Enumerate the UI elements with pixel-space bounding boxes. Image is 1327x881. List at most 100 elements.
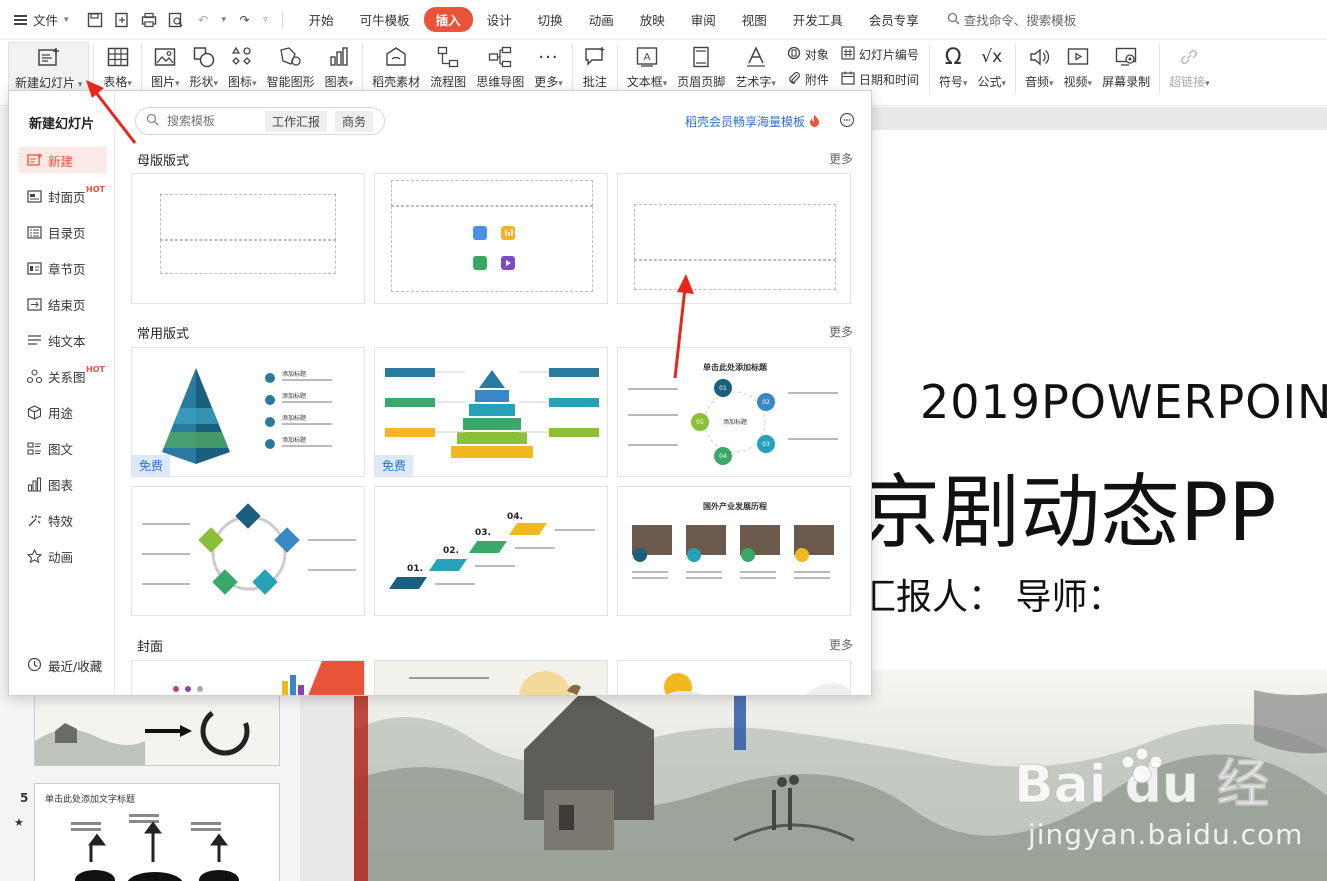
slide-reporter-text[interactable]: 汇报人： 导师： xyxy=(860,568,1123,620)
category-chapter[interactable]: 章节页 xyxy=(19,255,107,281)
print-icon[interactable] xyxy=(141,11,158,28)
cover-template-1[interactable] xyxy=(131,660,365,695)
search-tag-business[interactable]: 商务 xyxy=(335,110,374,132)
category-chart[interactable]: 图表 xyxy=(19,471,107,497)
slide-thumbnail-4[interactable] xyxy=(34,690,280,766)
cover-template-2[interactable] xyxy=(374,660,608,695)
section-cover-more-link[interactable]: 更多 xyxy=(829,636,853,653)
slide-subtitle[interactable]: 2019POWERPOIN xyxy=(920,375,1327,429)
comment-button[interactable]: 批注 xyxy=(577,42,613,94)
date-time-button[interactable]: 日期和时间 xyxy=(841,71,919,88)
category-purpose[interactable]: 用途 xyxy=(19,399,107,425)
screen-record-button[interactable]: 屏幕录制 xyxy=(1097,42,1155,94)
tab-home[interactable]: 开始 xyxy=(297,7,346,32)
section-common-title: 常用版式 xyxy=(137,327,190,342)
tab-review[interactable]: 审阅 xyxy=(679,7,728,32)
wordart-button[interactable]: 艺术字▾ xyxy=(730,42,781,94)
undo-icon[interactable]: ↶ xyxy=(195,11,212,28)
audio-label: 音频 xyxy=(1024,75,1049,89)
daoke-material-button[interactable]: 稻壳素材 xyxy=(367,42,425,94)
icon-button[interactable]: 图标▾ xyxy=(223,42,262,94)
slide-title[interactable]: 京剧动态PP xyxy=(860,448,1276,564)
recent-favorites-button[interactable]: 最近/收藏 xyxy=(27,656,102,675)
template-cycle[interactable]: 单击此处添加标题 01 02 03 04 05 添加标题 xyxy=(617,347,851,477)
title-placeholder xyxy=(634,204,836,260)
tab-design[interactable]: 设计 xyxy=(475,7,524,32)
tab-developer[interactable]: 开发工具 xyxy=(781,7,855,32)
customize-toolbar-icon[interactable]: ▿ xyxy=(263,15,268,25)
section-master-more-link[interactable]: 更多 xyxy=(829,150,853,167)
slide-thumbnail-5[interactable]: 单击此处添加文字标题 xyxy=(34,783,280,881)
feedback-chat-icon[interactable] xyxy=(839,112,855,128)
new-slide-icon xyxy=(36,45,62,71)
audio-button[interactable]: 音频▾ xyxy=(1020,42,1059,94)
undo-dropdown-icon[interactable]: ▾ xyxy=(222,15,227,25)
category-animation[interactable]: 动画 xyxy=(19,543,107,569)
tab-view[interactable]: 视图 xyxy=(730,7,779,32)
template-search-input[interactable] xyxy=(167,114,257,128)
save-icon[interactable] xyxy=(87,11,104,28)
tab-slideshow[interactable]: 放映 xyxy=(628,7,677,32)
object-button[interactable]: 对象 xyxy=(787,46,829,63)
template-steps[interactable]: 01. 02. 03. 04. xyxy=(374,486,608,616)
video-button[interactable]: 视频▾ xyxy=(1059,42,1098,94)
search-tag-work-report[interactable]: 工作汇报 xyxy=(265,110,328,132)
master-layout-card-1[interactable] xyxy=(131,173,365,304)
formula-button[interactable]: √x 公式▾ xyxy=(972,42,1011,94)
mindmap-button[interactable]: 思维导图 xyxy=(471,42,529,94)
cube-icon xyxy=(27,404,42,420)
template-diamond-cycle[interactable] xyxy=(131,486,365,616)
category-label: 特效 xyxy=(48,513,74,529)
master-layout-card-3[interactable] xyxy=(617,173,851,304)
file-menu-button[interactable]: 文件 ▾ xyxy=(0,0,77,40)
comment-icon xyxy=(582,44,608,70)
tab-animation[interactable]: 动画 xyxy=(577,7,626,32)
chart-button[interactable]: 图表▾ xyxy=(320,42,359,94)
tab-transitions[interactable]: 切换 xyxy=(526,7,575,32)
category-label: 目录页 xyxy=(48,225,86,241)
slide-number-button[interactable]: 幻灯片编号 xyxy=(841,46,919,63)
picture-button[interactable]: 图片▾ xyxy=(146,42,185,94)
smart-graphic-button[interactable]: 智能图形 xyxy=(262,42,320,94)
category-new[interactable]: 新建 xyxy=(19,147,107,173)
symbol-button[interactable]: Ω 符号▾ xyxy=(934,42,973,94)
category-end-page[interactable]: 结束页 xyxy=(19,291,107,317)
wordart-label: 艺术字 xyxy=(735,75,772,89)
svg-text:04: 04 xyxy=(719,453,727,460)
svg-text:添加标题: 添加标题 xyxy=(282,436,306,444)
table-button[interactable]: 表格▾ xyxy=(98,42,137,94)
new-slide-button[interactable]: 新建幻灯片 ▾ xyxy=(8,42,90,94)
more-button[interactable]: ··· 更多▾ xyxy=(529,42,568,94)
export-pdf-icon[interactable] xyxy=(114,11,131,28)
category-plain-text[interactable]: 纯文本 xyxy=(19,327,107,353)
command-search[interactable]: 查找命令、搜索模板 xyxy=(931,10,1076,29)
attachment-button[interactable]: 附件 xyxy=(787,71,829,88)
template-search-box[interactable]: 工作汇报 商务 xyxy=(135,107,385,135)
shape-button[interactable]: 形状▾ xyxy=(185,42,224,94)
cycle-diagram-thumbnail: 单击此处添加标题 01 02 03 04 05 添加标题 xyxy=(628,362,838,465)
header-footer-button[interactable]: 页眉页脚 xyxy=(672,42,730,94)
template-pyramid-flat[interactable]: 免费 xyxy=(374,347,608,477)
tab-insert[interactable]: 插入 xyxy=(423,7,473,32)
subtitle-placeholder xyxy=(634,260,836,290)
master-layout-card-2[interactable] xyxy=(374,173,608,304)
icon-label: 图标 xyxy=(228,75,253,89)
category-toc[interactable]: 目录页 xyxy=(19,219,107,245)
ribbon-tabs: 开始 可牛模板 插入 设计 切换 动画 放映 审阅 视图 开发工具 会员专享 xyxy=(287,0,931,40)
cover-template-3[interactable] xyxy=(617,660,851,695)
category-image-text[interactable]: 图文 xyxy=(19,435,107,461)
redo-icon[interactable]: ↷ xyxy=(236,11,253,28)
quick-access-toolbar: ↶ ▾ ↷ ▿ xyxy=(77,0,278,40)
hyperlink-button[interactable]: 超链接▾ xyxy=(1164,42,1215,94)
bar-chart-icon xyxy=(326,44,352,70)
category-effects[interactable]: 特效 xyxy=(19,507,107,533)
section-common-more-link[interactable]: 更多 xyxy=(829,323,853,340)
template-history-timeline[interactable]: 国外产业发展历程 xyxy=(617,486,851,616)
flowchart-button[interactable]: 流程图 xyxy=(425,42,471,94)
print-preview-icon[interactable] xyxy=(168,11,185,28)
tab-keniu-templates[interactable]: 可牛模板 xyxy=(348,7,422,32)
template-pyramid-3d[interactable]: 添加标题 添加标题 添加标题 添加标题 免费 xyxy=(131,347,365,477)
member-promo-link[interactable]: 稻壳会员畅享海量模板 xyxy=(685,113,820,130)
textbox-button[interactable]: A 文本框▾ xyxy=(622,42,673,94)
tab-member[interactable]: 会员专享 xyxy=(857,7,931,32)
